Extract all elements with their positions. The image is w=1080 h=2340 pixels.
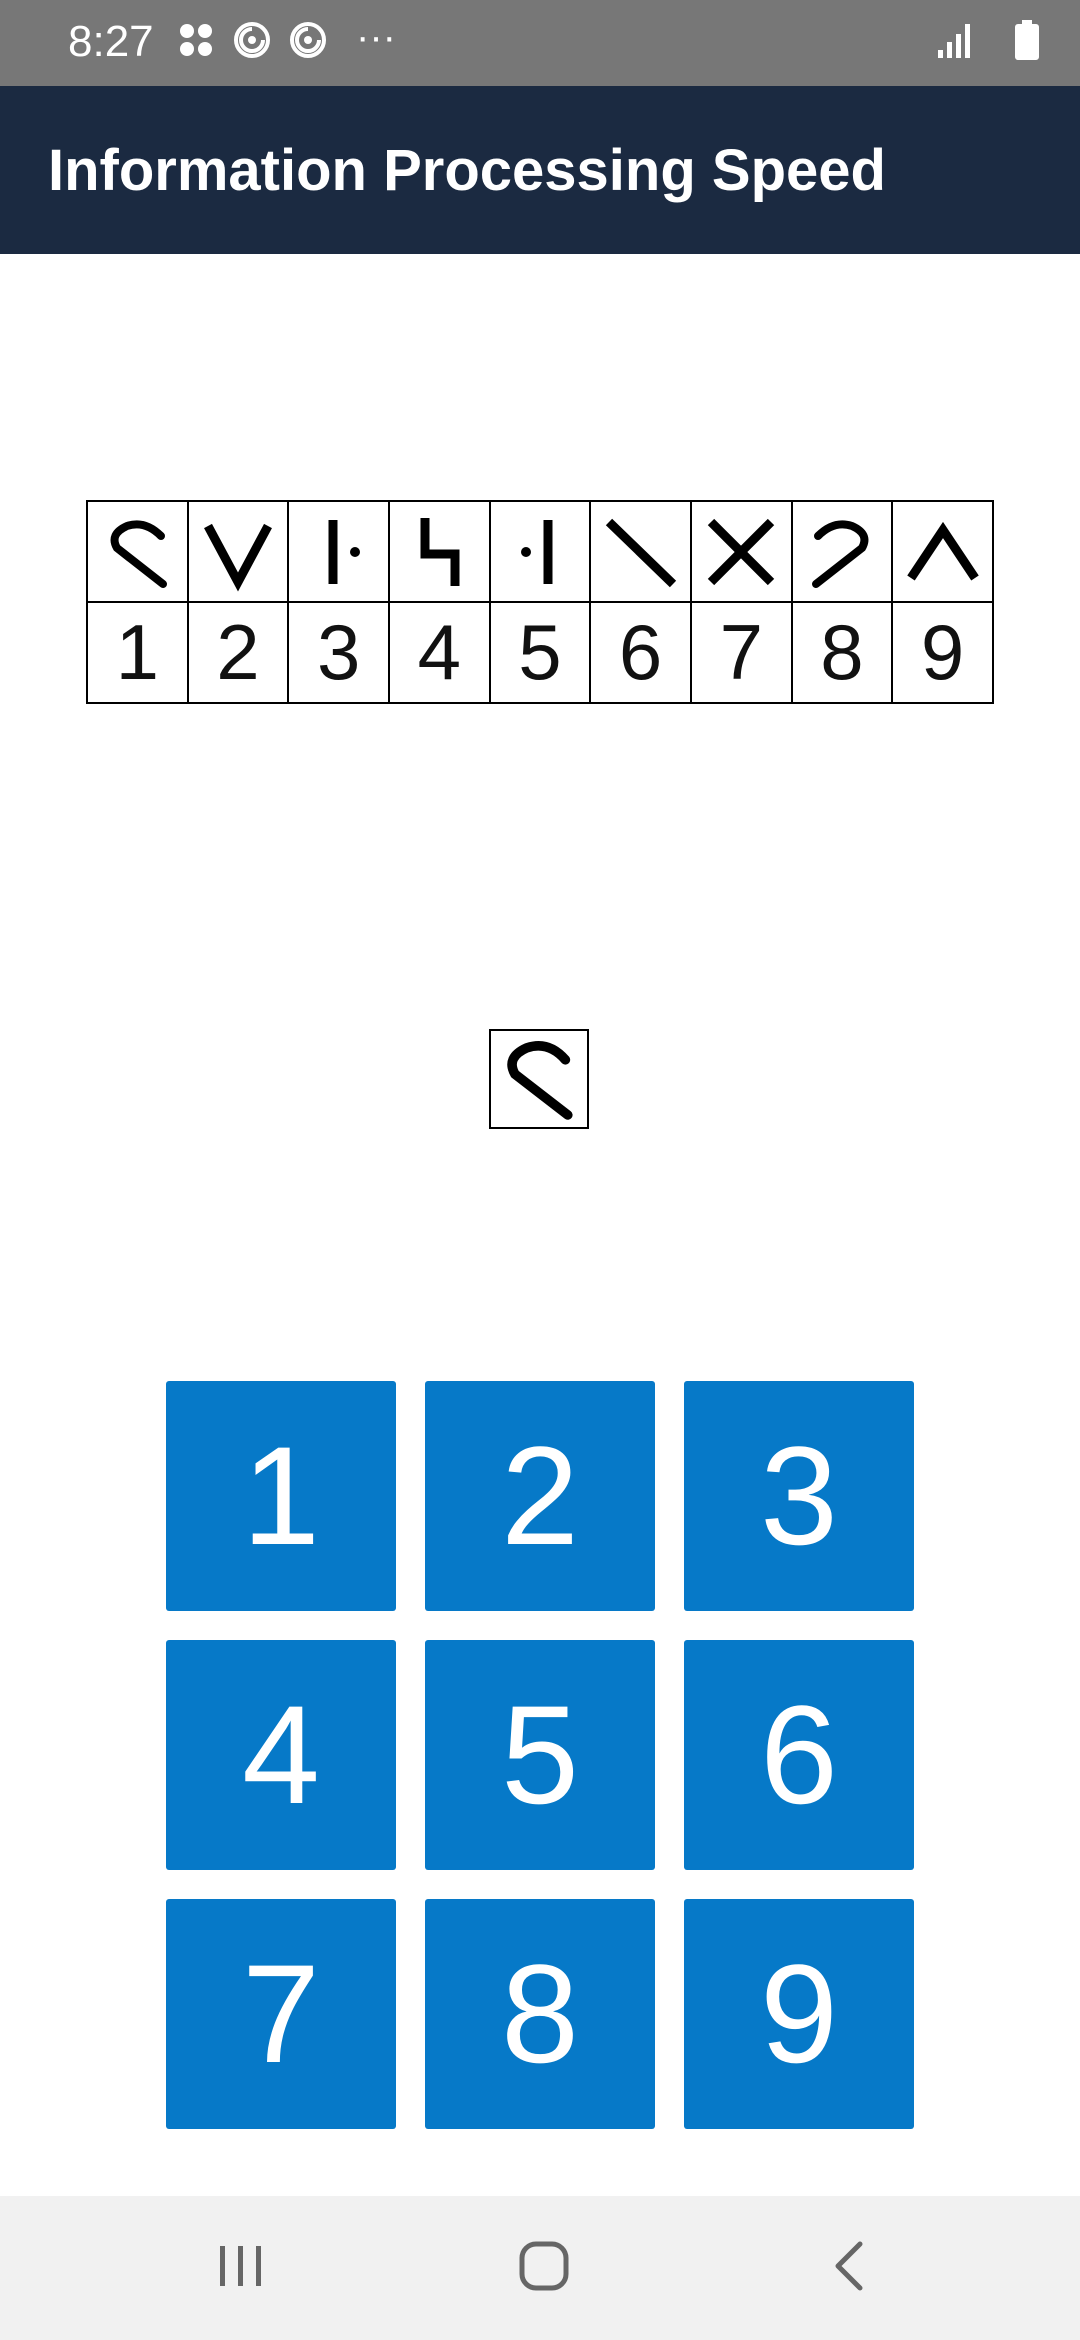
keypad-button-1[interactable]: 1	[166, 1381, 396, 1611]
symbol-key-table: 1 2 3 4 5 6 7 8 9	[86, 500, 994, 704]
keypad-button-8[interactable]: 8	[425, 1899, 655, 2129]
backslash-symbol	[605, 518, 676, 587]
keypad-button-7[interactable]: 7	[166, 1899, 396, 2129]
page-title: Information Processing Speed	[48, 138, 886, 203]
x-symbol	[708, 518, 775, 585]
key-symbol-cell	[186, 500, 290, 603]
keypad-button-5[interactable]: 5	[425, 1640, 655, 1870]
key-symbol-cell	[387, 500, 491, 603]
key-symbol-cell	[589, 500, 692, 603]
recent-apps-icon[interactable]	[216, 2236, 266, 2301]
key-number-cell: 7	[689, 601, 793, 704]
step-symbol	[420, 517, 460, 586]
key-number-cell: 1	[86, 601, 189, 704]
status-bar: 8:27 ···	[0, 0, 1080, 86]
caret-symbol	[906, 521, 979, 580]
app-bar: Information Processing Speed	[0, 86, 1080, 254]
apps-grid-icon	[176, 20, 216, 65]
battery-icon	[1014, 20, 1040, 65]
key-symbol-cell	[689, 500, 793, 603]
keypad-button-3[interactable]: 3	[684, 1381, 914, 1611]
status-time: 8:27	[68, 17, 154, 66]
more-notifications-icon: ···	[356, 15, 396, 59]
home-icon[interactable]	[514, 2236, 574, 2301]
key-number-cell: 3	[287, 601, 390, 704]
notification-swirl-icon	[232, 20, 272, 65]
answer-keypad: 1 2 3 4 5 6 7 8 9	[166, 1381, 914, 2129]
key-symbol-cell	[287, 500, 390, 603]
hook-right-symbol	[811, 519, 869, 588]
key-number-cell: 2	[186, 601, 290, 704]
back-icon[interactable]	[824, 2236, 874, 2301]
key-number-cell: 6	[589, 601, 692, 704]
key-symbol-cell	[488, 500, 592, 603]
key-symbol-cell	[891, 500, 994, 603]
hook-left-symbol	[507, 1041, 573, 1120]
key-number-cell: 9	[891, 601, 994, 704]
key-symbol-cell	[790, 500, 894, 603]
signal-icon	[936, 20, 976, 65]
notification-swirl-icon-2	[288, 20, 328, 65]
keypad-button-6[interactable]: 6	[684, 1640, 914, 1870]
keypad-button-4[interactable]: 4	[166, 1640, 396, 1870]
key-number-cell: 8	[790, 601, 894, 704]
hook-left-symbol	[110, 519, 168, 588]
navigation-bar	[0, 2196, 1080, 2340]
key-number-cell: 4	[387, 601, 491, 704]
bar-dot-right-symbol	[328, 519, 360, 584]
key-symbol-cell	[86, 500, 189, 603]
stimulus-symbol-box	[489, 1029, 589, 1129]
keypad-button-2[interactable]: 2	[425, 1381, 655, 1611]
dot-bar-symbol	[520, 519, 553, 584]
keypad-button-9[interactable]: 9	[684, 1899, 914, 2129]
v-symbol	[204, 523, 272, 592]
key-number-cell: 5	[488, 601, 592, 704]
